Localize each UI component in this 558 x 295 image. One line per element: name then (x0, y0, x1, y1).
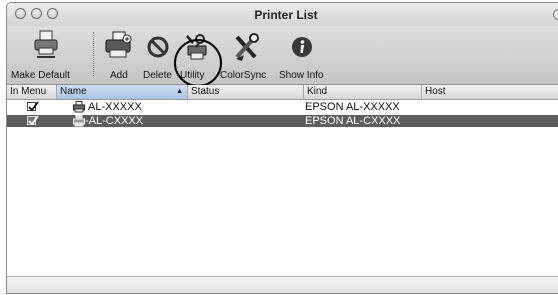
window-bottom-bar (7, 276, 558, 293)
show-info-button[interactable]: Show Info (277, 26, 327, 84)
printer-add-icon (105, 31, 132, 58)
make-default-label: Make Default (11, 70, 70, 81)
printer-kind: EPSON AL-XXXXX (305, 101, 400, 113)
add-label: Add (110, 70, 128, 81)
printer-icon (73, 101, 85, 113)
table-header: In Menu Name ▲ Status Kind Host (7, 85, 558, 100)
column-host[interactable]: Host (422, 85, 558, 99)
column-status[interactable]: Status (188, 85, 304, 99)
colorsync-icon (235, 33, 259, 61)
delete-printer-button[interactable]: Delete (137, 26, 175, 84)
column-kind[interactable]: Kind (304, 85, 422, 99)
colorsync-label: ColorSync (220, 70, 267, 81)
sort-ascending-icon: ▲ (176, 88, 183, 95)
colorsync-button[interactable]: ColorSync (219, 26, 273, 84)
make-default-button[interactable]: Make Default (7, 26, 87, 84)
delete-icon (147, 36, 169, 58)
show-info-label: Show Info (279, 70, 324, 81)
info-icon (292, 37, 312, 57)
printer-icon (73, 115, 85, 127)
printer-name: AL-XXXXX (88, 101, 142, 113)
printer-default-icon (34, 30, 58, 58)
printer-row[interactable]: AL-XXXXX EPSON AL-XXXXX (7, 101, 558, 114)
column-in-menu[interactable]: In Menu (7, 85, 57, 99)
window-title: Printer List (254, 8, 318, 22)
title-bar: Printer List (7, 3, 558, 26)
delete-label: Delete (143, 70, 172, 81)
highlight-circle (174, 39, 222, 87)
add-printer-button[interactable]: Add (101, 26, 135, 84)
toolbar: Make Default Add Delete Utility ColorSyn… (7, 26, 558, 85)
column-name[interactable]: Name ▲ (57, 85, 188, 99)
checkmark-icon (28, 101, 39, 112)
in-menu-checkbox[interactable] (27, 115, 39, 126)
printer-list-empty-area[interactable] (7, 127, 558, 277)
printer-list-window: Printer List Make Default Add Delete Uti… (6, 2, 558, 294)
toolbar-separator (93, 32, 94, 76)
checkmark-icon (28, 115, 39, 126)
column-name-label: Name (60, 86, 87, 97)
toolbar-toggle-button[interactable] (553, 9, 558, 20)
in-menu-checkbox[interactable] (27, 101, 39, 112)
